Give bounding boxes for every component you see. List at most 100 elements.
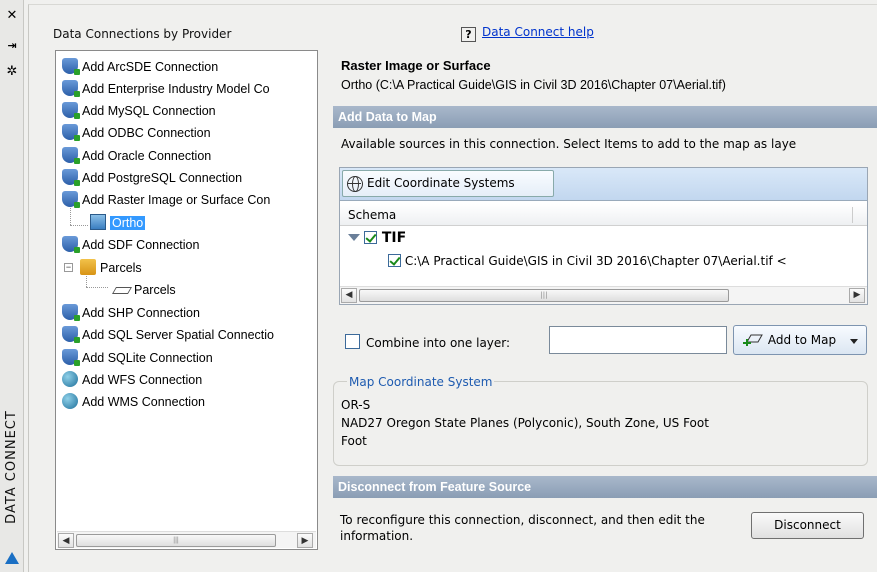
tree-item-sqlserver[interactable]: Add SQL Server Spatial Connectio	[62, 325, 274, 345]
tree-item-wfs[interactable]: Add WFS Connection	[62, 370, 202, 390]
autodesk-logo-icon[interactable]	[5, 552, 19, 564]
schema-row-tif[interactable]: TIF	[348, 230, 406, 246]
tif-label: TIF	[381, 230, 407, 246]
tree-item-label: Add Oracle Connection	[82, 149, 212, 163]
schema-horizontal-scrollbar[interactable]: ◀ ||| ▶	[340, 286, 867, 304]
globe-icon	[62, 371, 78, 387]
map-coordinate-system-legend: Map Coordinate System	[347, 375, 495, 389]
tree-item-sqlite[interactable]: Add SQLite Connection	[62, 348, 213, 368]
schema-toolbar: Edit Coordinate Systems	[340, 168, 867, 201]
database-icon	[62, 169, 80, 186]
folder-icon	[80, 259, 96, 275]
schema-grid: Edit Coordinate Systems Schema TIF C:\A …	[339, 167, 868, 305]
globe-icon	[62, 393, 78, 409]
file-checkbox[interactable]	[388, 254, 401, 267]
schema-row-file[interactable]: C:\A Practical Guide\GIS in Civil 3D 201…	[388, 254, 866, 268]
polygon-icon	[112, 281, 130, 297]
scroll-thumb[interactable]: |||	[76, 534, 276, 547]
tree-item-ortho[interactable]: Ortho	[90, 213, 146, 233]
database-icon	[62, 236, 80, 253]
map-cs-code: OR-S	[341, 398, 371, 412]
disconnect-button[interactable]: Disconnect	[751, 512, 864, 539]
combine-label: Combine into one layer:	[366, 336, 511, 350]
pin-icon[interactable]: ⇥	[4, 38, 20, 54]
help-icon[interactable]: ?	[461, 27, 476, 42]
tree-item-label: Parcels	[100, 261, 142, 275]
palette-title: DATA CONNECT	[4, 410, 19, 524]
database-icon	[62, 147, 80, 164]
disconnect-section-header: Disconnect from Feature Source	[333, 476, 877, 498]
tree-item-label: Add SQLite Connection	[82, 351, 213, 365]
edit-coordinate-systems-button[interactable]: Edit Coordinate Systems	[342, 170, 554, 197]
settings-icon[interactable]: ✲	[4, 64, 20, 80]
raster-icon	[90, 214, 106, 230]
tree-item-postgresql[interactable]: Add PostgreSQL Connection	[62, 168, 242, 188]
tree-item-raster[interactable]: Add Raster Image or Surface Con	[62, 190, 270, 210]
expand-triangle-icon[interactable]	[348, 234, 360, 241]
combine-layer-option[interactable]: Combine into one layer:	[345, 334, 510, 350]
scroll-right-button[interactable]: ▶	[297, 533, 313, 548]
connection-title: Raster Image or Surface	[341, 58, 491, 73]
add-data-section-header: Add Data to Map	[333, 106, 877, 128]
tree-item-parcels-layer[interactable]: Parcels	[112, 280, 176, 300]
chevron-down-icon[interactable]	[850, 339, 858, 344]
tree-item-label: Add ArcSDE Connection	[82, 60, 219, 74]
connection-path: Ortho (C:\A Practical Guide\GIS in Civil…	[341, 78, 726, 92]
database-icon	[62, 102, 80, 119]
file-path-label: C:\A Practical Guide\GIS in Civil 3D 201…	[404, 254, 787, 268]
combine-layer-name-input[interactable]	[549, 326, 727, 354]
tree-item-label: Add SDF Connection	[82, 238, 200, 252]
database-icon	[62, 58, 80, 75]
database-icon	[62, 349, 80, 366]
tree-item-label: Ortho	[110, 216, 146, 230]
schema-column-header[interactable]: Schema	[340, 204, 867, 226]
disconnect-instructions: To reconfigure this connection, disconne…	[340, 513, 705, 543]
tif-checkbox[interactable]	[364, 231, 377, 244]
tree-item-mysql[interactable]: Add MySQL Connection	[62, 101, 216, 121]
close-icon[interactable]: ✕	[4, 8, 20, 24]
database-icon	[62, 191, 80, 208]
scroll-left-button[interactable]: ◀	[58, 533, 74, 548]
tree-item-wms[interactable]: Add WMS Connection	[62, 392, 205, 412]
tree-item-shp[interactable]: Add SHP Connection	[62, 303, 200, 323]
tree-item-oracle[interactable]: Add Oracle Connection	[62, 146, 211, 166]
database-icon	[62, 124, 80, 141]
data-connect-help-link[interactable]: Data Connect help	[482, 25, 594, 39]
help-link-area: ? Data Connect help	[461, 25, 594, 42]
tree-item-parcels-folder[interactable]: Parcels	[80, 258, 142, 278]
combine-checkbox[interactable]	[345, 334, 360, 349]
database-icon	[62, 80, 80, 97]
providers-header: Data Connections by Provider	[53, 27, 232, 41]
scroll-thumb[interactable]: |||	[359, 289, 729, 302]
edit-coordinate-systems-label: Edit Coordinate Systems	[367, 176, 515, 190]
add-to-map-button[interactable]: Add to Map	[733, 325, 867, 355]
available-sources-text: Available sources in this connection. Se…	[341, 137, 797, 151]
tree-item-odbc[interactable]: Add ODBC Connection	[62, 123, 211, 143]
map-cs-units: Foot	[341, 434, 367, 448]
tree-item-label: Add WFS Connection	[82, 373, 203, 387]
tree-line	[70, 225, 88, 226]
tree-item-label: Add MySQL Connection	[82, 104, 216, 118]
tree-item-label: Parcels	[134, 283, 176, 297]
tree-item-label: Add Raster Image or Surface Con	[82, 193, 271, 207]
database-icon	[62, 326, 80, 343]
tree-line	[86, 287, 108, 288]
provider-tree[interactable]: Add ArcSDE Connection Add Enterprise Ind…	[55, 50, 318, 550]
tree-item-arcsde[interactable]: Add ArcSDE Connection	[62, 57, 218, 77]
add-layer-icon	[743, 334, 763, 346]
tree-item-label: Add WMS Connection	[82, 395, 205, 409]
globe-icon	[347, 176, 363, 192]
tree-item-label: Add SQL Server Spatial Connectio	[82, 328, 275, 342]
tree-item-label: Add ODBC Connection	[82, 126, 211, 140]
collapse-icon[interactable]: −	[64, 263, 73, 272]
scroll-left-button[interactable]: ◀	[341, 288, 357, 303]
tree-item-label: Add SHP Connection	[82, 306, 200, 320]
map-cs-description: NAD27 Oregon State Planes (Polyconic), S…	[341, 416, 709, 430]
tree-item-label: Add PostgreSQL Connection	[82, 171, 243, 185]
scroll-right-button[interactable]: ▶	[849, 288, 865, 303]
tree-horizontal-scrollbar[interactable]: ◀ ||| ▶	[57, 531, 316, 548]
tree-item-enterprise[interactable]: Add Enterprise Industry Model Co	[62, 79, 270, 99]
palette-strip: ✕ ⇥ ✲ DATA CONNECT	[0, 0, 24, 572]
tree-item-sdf[interactable]: Add SDF Connection	[62, 235, 199, 255]
database-icon	[62, 304, 80, 321]
